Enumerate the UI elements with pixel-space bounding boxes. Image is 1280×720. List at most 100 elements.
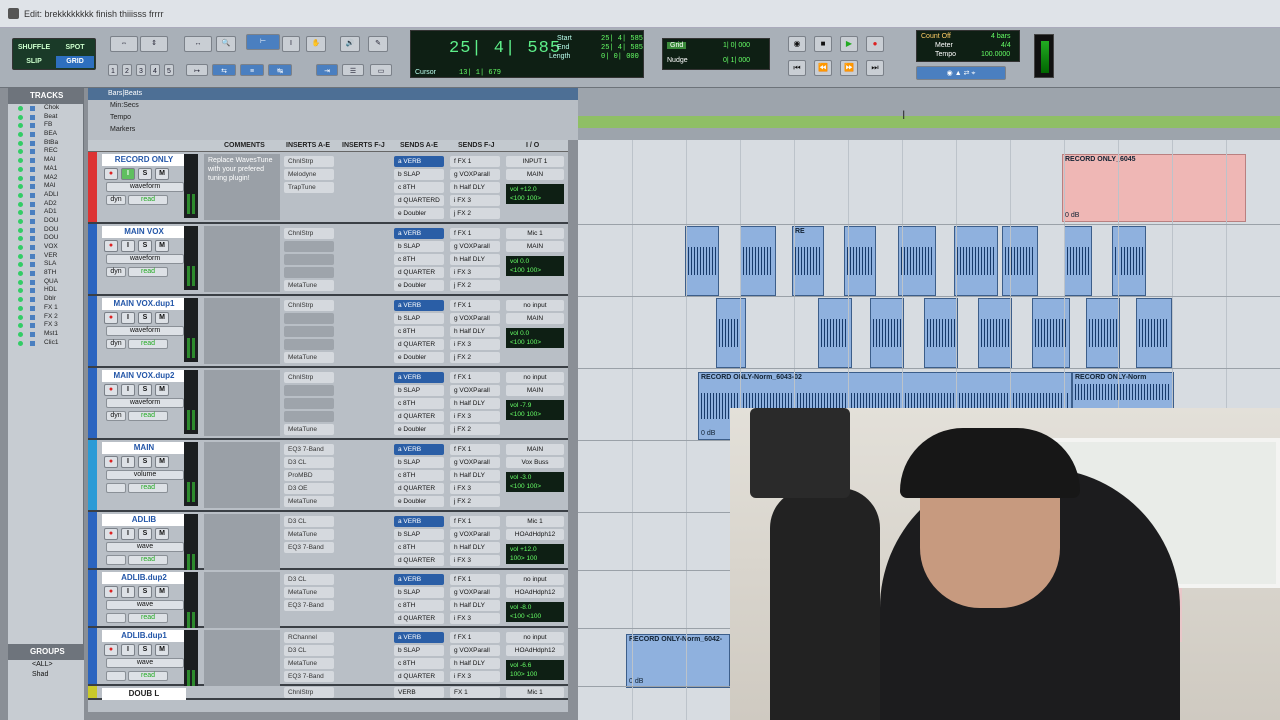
mute-button[interactable]: M [155,644,169,656]
send-slot[interactable]: f FX 1 [450,444,500,455]
automation-mode-select[interactable]: read [128,483,168,493]
insert-slot[interactable]: MetaTune [284,352,334,363]
audio-clip[interactable] [1086,298,1120,368]
send-slot[interactable]: i FX 3 [450,555,500,566]
record-arm-button[interactable]: ● [104,528,118,540]
insert-slot[interactable]: RChannel [284,632,334,643]
send-slot[interactable]: f FX 1 [450,372,500,383]
track-active-icon[interactable] [18,106,23,111]
output-select[interactable]: MAIN [506,313,564,324]
track-color-bar[interactable] [88,224,97,294]
track-list-item[interactable]: Chok [8,104,83,113]
send-slot[interactable]: a VERB [394,228,444,239]
send-slot[interactable]: f FX 1 [450,300,500,311]
send-slot[interactable]: i FX 3 [450,483,500,494]
track-comment[interactable] [204,370,280,436]
send-slot[interactable]: c 8TH [394,658,444,669]
input-select[interactable]: no input [506,300,564,311]
online-icon[interactable]: ◉ [788,36,806,52]
send-slot[interactable]: d QUARTER [394,483,444,494]
track-active-icon[interactable] [18,123,23,129]
track-list-item[interactable]: HDL [8,286,83,295]
play-icon[interactable]: ▶ [840,36,858,52]
length-value[interactable]: 0| 0| 000 [601,53,639,61]
insert-slot[interactable]: MetaTune [284,496,334,507]
track-list-item[interactable]: AD1 [8,208,83,217]
send-slot[interactable]: h Half DLY [450,326,500,337]
grabber-tool-icon[interactable]: ✋ [306,36,326,52]
track-view-select[interactable]: waveform [106,254,184,264]
grid-label[interactable]: Grid [667,42,687,49]
dyn-button[interactable]: dyn [106,267,126,277]
insert-slot[interactable] [284,254,334,265]
automation-mode-select[interactable]: read [128,555,168,565]
tempo-ruler-bar[interactable] [578,116,1280,128]
solo-button[interactable]: S [138,240,152,252]
send-slot[interactable]: i FX 3 [450,195,500,206]
link-timeline-icon[interactable]: ⇆ [212,64,236,76]
trim-tool-icon[interactable]: ⊢ [246,34,280,50]
track-list-item[interactable]: MA1 [8,165,83,174]
nudge-value[interactable]: 0| 1| 000 [723,57,750,64]
track-view-select[interactable]: waveform [106,326,184,336]
send-slot[interactable]: e Doubler [394,352,444,363]
input-monitor-button[interactable]: I [121,586,135,598]
dyn-button[interactable]: dyn [106,195,126,205]
audio-clip[interactable] [1136,298,1172,368]
track-name[interactable]: ADLIB.dup1 [102,630,186,642]
audio-clip[interactable] [898,226,936,296]
solo-button[interactable]: S [138,384,152,396]
volume-pan-display[interactable]: vol 0.0 <100 100> [506,328,564,348]
group-item[interactable]: <ALL> [8,660,84,670]
audio-clip[interactable] [716,298,746,368]
track-color-bar[interactable] [88,512,97,568]
record-arm-button[interactable]: ● [104,312,118,324]
track-color-bar[interactable] [88,152,97,222]
zoom-preset-3[interactable]: 3 [136,64,146,76]
track-list-item[interactable]: AD2 [8,200,83,209]
ruler-min-secs[interactable]: Min:Secs [88,100,578,112]
input-select[interactable]: no input [506,632,564,643]
track-list-item[interactable]: FX 3 [8,321,83,330]
insert-slot[interactable]: ProMBD [284,470,334,481]
track-name[interactable]: ADLIB.dup2 [102,572,186,584]
send-slot[interactable]: b SLAP [394,169,444,180]
send-slot[interactable]: a VERB [394,156,444,167]
audio-clip[interactable] [740,226,776,296]
track-active-icon[interactable] [18,201,23,207]
solo-button[interactable]: S [138,528,152,540]
send-slot[interactable]: f FX 1 [450,632,500,643]
track-active-icon[interactable] [18,149,23,155]
input-monitor-button[interactable]: I [121,240,135,252]
send-slot[interactable]: b SLAP [394,645,444,656]
track-active-icon[interactable] [18,236,23,242]
mute-button[interactable]: M [155,528,169,540]
track-view-select[interactable]: wave [106,600,184,610]
track-active-icon[interactable] [18,245,23,250]
send-slot[interactable]: a VERB [394,372,444,383]
send-slot[interactable]: i FX 3 [450,267,500,278]
zoom-preset-1[interactable]: 1 [108,64,118,76]
mute-button[interactable]: M [155,168,169,180]
send-slot[interactable]: g VOXParall [450,587,500,598]
track-name[interactable]: MAIN [102,442,186,454]
send-slot[interactable]: d QUARTER [394,613,444,624]
track-active-icon[interactable] [18,253,23,259]
send-slot[interactable]: g VOXParall [450,457,500,468]
mute-button[interactable]: M [155,456,169,468]
send-slot[interactable]: g VOXParall [450,645,500,656]
insert-slot[interactable]: D3 CL [284,516,334,527]
zoom-horizontal-icon[interactable]: ⇔ [110,36,138,52]
insert-slot[interactable]: ChnlStrp [284,300,334,311]
send-slot[interactable]: b SLAP [394,587,444,598]
track-color-bar[interactable] [88,628,97,684]
insert-slot[interactable]: MetaTune [284,658,334,669]
track-active-icon[interactable] [18,305,23,311]
send-slot[interactable]: i FX 3 [450,613,500,624]
send-slot[interactable]: VERB [394,687,444,698]
audio-clip[interactable] [924,298,958,368]
solo-button[interactable]: S [138,586,152,598]
track-list-item[interactable]: Clic1 [8,339,83,348]
tab-to-transient-icon[interactable]: ↦ [186,64,208,76]
send-slot[interactable]: f FX 1 [450,156,500,167]
